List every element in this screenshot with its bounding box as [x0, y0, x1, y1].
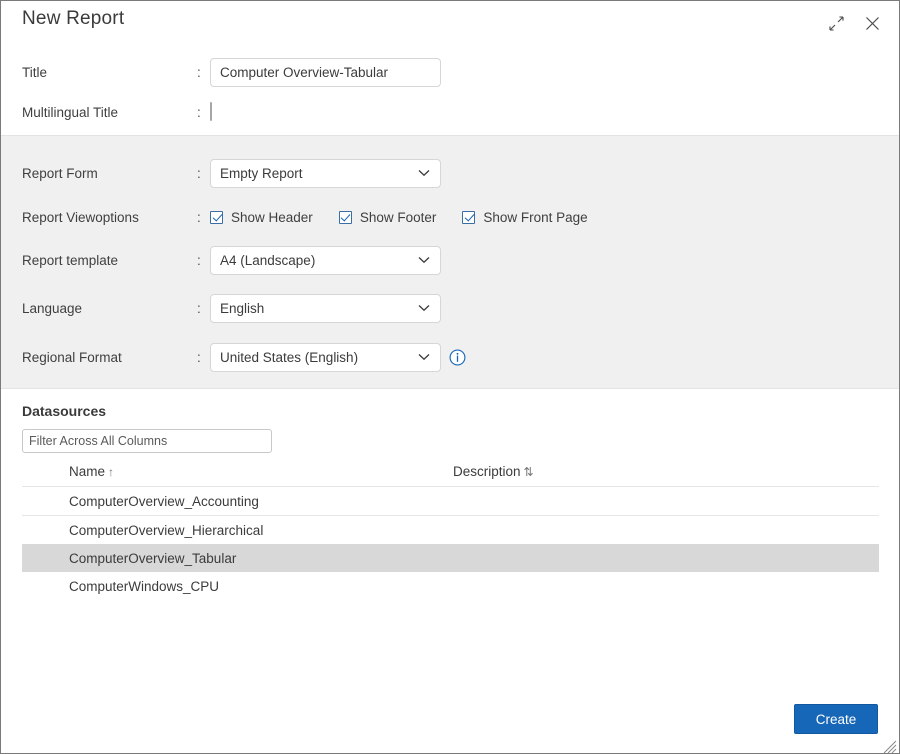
report-template-row: Report template : A4 (Landscape)	[1, 245, 899, 275]
table-row[interactable]: ComputerOverview_Hierarchical	[22, 516, 879, 544]
report-form-row: Report Form : Empty Report	[1, 158, 899, 188]
table-row[interactable]: ComputerWindows_CPU	[22, 572, 879, 600]
datasources-heading: Datasources	[22, 403, 106, 419]
regional-format-value: United States (English)	[211, 350, 358, 365]
column-header-description[interactable]: Description⇅	[453, 464, 534, 479]
cell-name: ComputerOverview_Hierarchical	[69, 523, 263, 538]
sort-ascending-icon: ↑	[108, 465, 114, 479]
show-header-label: Show Header	[231, 210, 313, 225]
show-header-checkbox[interactable]	[210, 211, 223, 224]
multilingual-title-row: Multilingual Title :	[1, 97, 899, 127]
report-form-select[interactable]: Empty Report	[210, 159, 441, 188]
report-viewoptions-group: Show Header Show Footer Show Front Page	[210, 210, 588, 225]
title-row: Title :	[1, 57, 899, 87]
title-colon: :	[197, 65, 201, 80]
report-viewoptions-colon: :	[197, 210, 201, 225]
close-icon[interactable]	[859, 11, 885, 35]
cell-name: ComputerOverview_Accounting	[69, 494, 259, 509]
dialog-titlebar: New Report	[1, 1, 899, 43]
datasources-table: Name↑ Description⇅ ComputerOverview_Acco…	[22, 461, 879, 600]
language-colon: :	[197, 301, 201, 316]
report-template-select[interactable]: A4 (Landscape)	[210, 246, 441, 275]
table-row[interactable]: ComputerOverview_Accounting	[22, 487, 879, 516]
show-header-checkbox-item[interactable]: Show Header	[210, 210, 313, 225]
create-button[interactable]: Create	[794, 704, 878, 734]
info-circle-icon[interactable]	[449, 349, 466, 366]
show-footer-checkbox-item[interactable]: Show Footer	[339, 210, 437, 225]
regional-format-row: Regional Format : United States (English…	[1, 342, 899, 372]
datasources-section: Datasources Name↑ Description⇅ ComputerO…	[1, 389, 899, 754]
basic-info-section: Title : Multilingual Title :	[1, 43, 899, 135]
multilingual-title-label: Multilingual Title	[22, 105, 118, 120]
column-header-name-label: Name	[69, 464, 105, 479]
report-options-section: Report Form : Empty Report Report Viewop…	[1, 135, 899, 389]
chevron-down-icon	[418, 256, 430, 264]
language-row: Language : English	[1, 293, 899, 323]
report-template-control: A4 (Landscape)	[210, 246, 441, 275]
title-input[interactable]	[210, 58, 441, 87]
expand-icon[interactable]	[823, 11, 849, 35]
chevron-down-icon	[418, 304, 430, 312]
regional-format-select[interactable]: United States (English)	[210, 343, 441, 372]
filter-input[interactable]	[22, 429, 272, 453]
report-form-colon: :	[197, 166, 201, 181]
regional-format-control: United States (English)	[210, 343, 441, 372]
regional-format-label: Regional Format	[22, 350, 122, 365]
language-value: English	[211, 301, 264, 316]
show-front-page-label: Show Front Page	[483, 210, 587, 225]
regional-format-colon: :	[197, 350, 201, 365]
report-form-value: Empty Report	[211, 166, 303, 181]
report-form-control: Empty Report	[210, 159, 441, 188]
column-header-description-label: Description	[453, 464, 521, 479]
show-front-page-checkbox[interactable]	[462, 211, 475, 224]
multilingual-title-control	[210, 103, 212, 121]
report-viewoptions-label: Report Viewoptions	[22, 210, 139, 225]
page-title: New Report	[22, 8, 124, 30]
title-label: Title	[22, 65, 47, 80]
report-viewoptions-row: Report Viewoptions : Show Header Show Fo…	[1, 202, 899, 232]
language-label: Language	[22, 301, 82, 316]
resize-grip[interactable]	[883, 740, 897, 754]
table-row[interactable]: ComputerOverview_Tabular	[22, 544, 879, 572]
report-template-colon: :	[197, 253, 201, 268]
multilingual-title-checkbox[interactable]	[210, 102, 212, 121]
language-control: English	[210, 294, 441, 323]
sort-unsorted-icon: ⇅	[524, 465, 534, 479]
cell-name: ComputerOverview_Tabular	[69, 551, 236, 566]
report-template-label: Report template	[22, 253, 118, 268]
report-template-value: A4 (Landscape)	[211, 253, 315, 268]
multilingual-title-colon: :	[197, 105, 201, 120]
show-footer-checkbox[interactable]	[339, 211, 352, 224]
new-report-dialog: New Report Title : Multil	[0, 0, 900, 754]
show-front-page-checkbox-item[interactable]: Show Front Page	[462, 210, 587, 225]
cell-name: ComputerWindows_CPU	[69, 579, 219, 594]
column-header-name[interactable]: Name↑	[69, 464, 114, 479]
table-header-row: Name↑ Description⇅	[22, 461, 879, 487]
title-control	[210, 58, 441, 87]
language-select[interactable]: English	[210, 294, 441, 323]
chevron-down-icon	[418, 169, 430, 177]
show-footer-label: Show Footer	[360, 210, 437, 225]
report-form-label: Report Form	[22, 166, 98, 181]
chevron-down-icon	[418, 353, 430, 361]
window-controls	[823, 11, 885, 35]
